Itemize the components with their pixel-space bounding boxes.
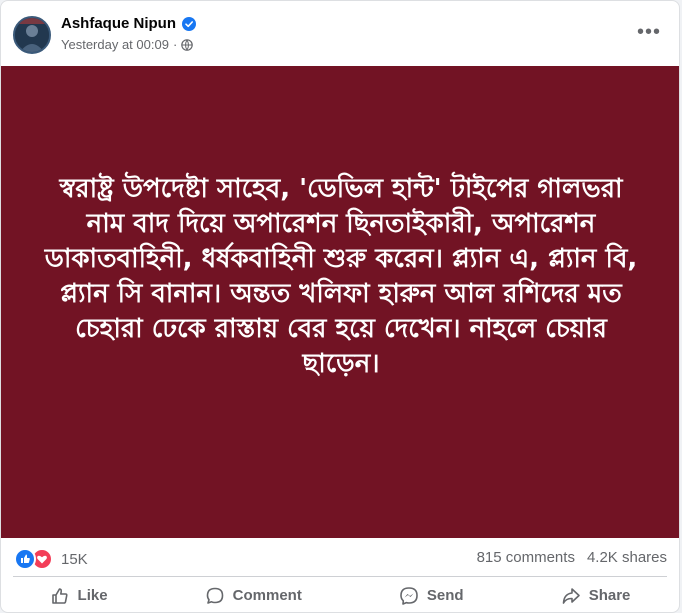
post-header: Ashfaque Nipun Yesterday at 00:09 · ••• [1, 1, 679, 65]
more-options-button[interactable]: ••• [635, 22, 663, 43]
share-button[interactable]: Share [551, 580, 641, 612]
avatar[interactable] [13, 16, 51, 54]
post-timestamp[interactable]: Yesterday at 00:09 [61, 37, 169, 53]
verified-badge-icon [182, 17, 196, 31]
like-reaction-icon [14, 548, 36, 570]
post-card: Ashfaque Nipun Yesterday at 00:09 · ••• … [0, 0, 680, 613]
thumbs-up-icon [51, 587, 68, 604]
comment-button[interactable]: Comment [195, 580, 312, 612]
comment-label: Comment [232, 587, 302, 604]
post-stats: 15K 815 comments 4.2K shares [1, 541, 679, 573]
author-row: Ashfaque Nipun [61, 15, 196, 33]
messenger-icon [400, 586, 418, 605]
share-label: Share [588, 587, 631, 604]
author-name[interactable]: Ashfaque Nipun [61, 15, 176, 33]
comment-icon [206, 587, 223, 604]
send-label: Send [426, 587, 464, 604]
post-text: স্বরাষ্ট্র উপদেষ্টা সাহেব, 'ডেভিল হান্ট'… [44, 174, 638, 379]
comments-count[interactable]: 815 comments [477, 549, 575, 566]
meta-separator: · [172, 37, 178, 52]
post-background: স্বরাষ্ট্র উপদেষ্টা সাহেব, 'ডেভিল হান্ট'… [1, 66, 679, 538]
like-label: Like [77, 587, 108, 604]
share-icon [562, 587, 580, 604]
like-button[interactable]: Like [40, 580, 118, 612]
reactions-summary[interactable]: 15K [14, 548, 88, 570]
engagement-counts: 815 comments 4.2K shares [477, 549, 667, 566]
send-button[interactable]: Send [389, 580, 474, 612]
reaction-count: 15K [61, 550, 88, 568]
post-meta: Yesterday at 00:09 · [61, 37, 194, 53]
globe-icon[interactable] [181, 39, 194, 51]
shares-count[interactable]: 4.2K shares [587, 549, 667, 566]
action-bar: Like Comment Send Share [1, 577, 679, 612]
avatar-image [15, 18, 49, 52]
